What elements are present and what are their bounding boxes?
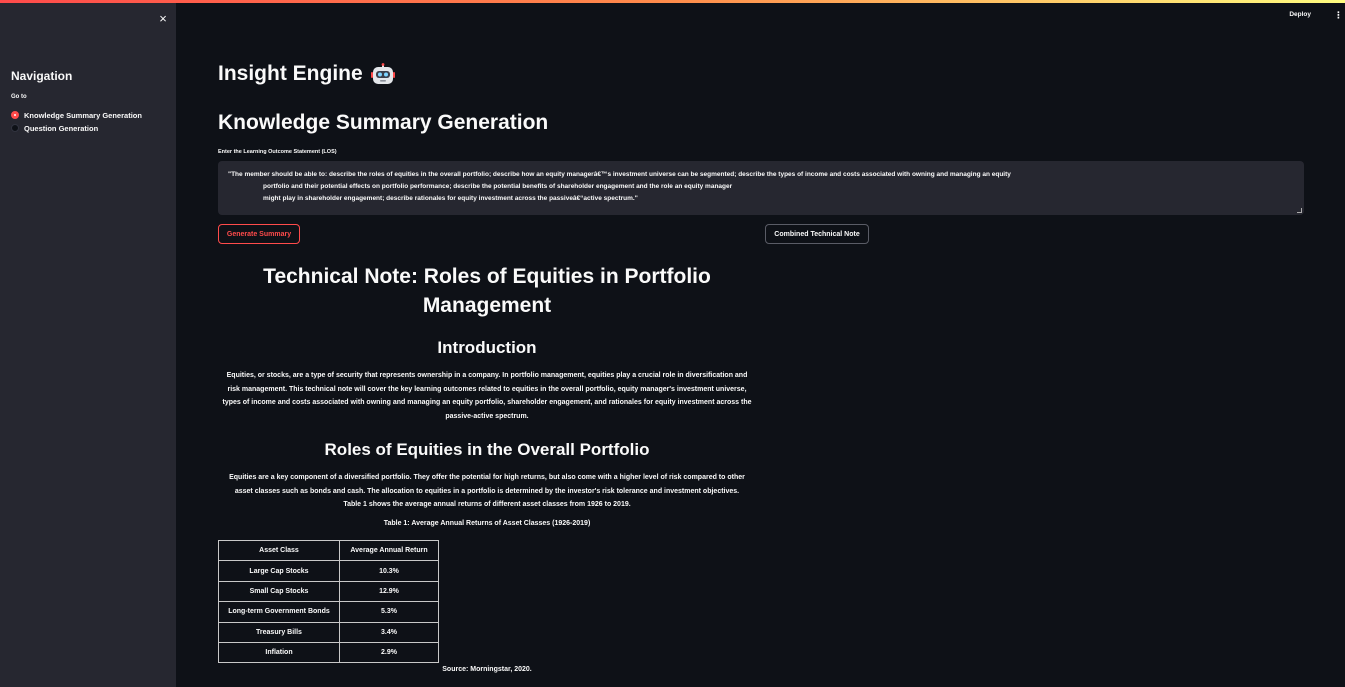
note-title: Technical Note: Roles of Equities in Por… bbox=[263, 265, 711, 317]
table-cell: Inflation bbox=[218, 641, 340, 664]
resize-handle-icon[interactable] bbox=[1297, 208, 1302, 213]
table-header-cell: Asset Class bbox=[218, 539, 340, 562]
radio-option-knowledge-summary[interactable]: Knowledge Summary Generation bbox=[11, 109, 142, 121]
main-menu-icon[interactable]: ⋮ bbox=[1334, 10, 1343, 20]
table-cell: 10.3% bbox=[339, 560, 439, 582]
table-row: Inflation 2.9% bbox=[218, 641, 439, 664]
robot-face-icon bbox=[370, 63, 395, 85]
deploy-button[interactable]: Deploy bbox=[1289, 11, 1311, 18]
table-cell: 5.3% bbox=[339, 601, 439, 623]
close-sidebar-icon[interactable]: × bbox=[156, 12, 170, 26]
table-caption: Table 1: Average Annual Returns of Asset… bbox=[383, 520, 591, 527]
roles-heading: Roles of Equities in the Overall Portfol… bbox=[324, 440, 650, 459]
intro-heading: Introduction bbox=[437, 338, 537, 357]
radio-selected-icon[interactable] bbox=[11, 111, 19, 119]
combined-technical-note-button[interactable]: Combined Technical Note bbox=[765, 224, 869, 244]
table-cell: Long-term Government Bonds bbox=[218, 601, 340, 623]
table-row: Small Cap Stocks 12.9% bbox=[218, 580, 439, 603]
los-line: might play in shareholder engagement; de… bbox=[263, 194, 638, 202]
radio-unselected-icon[interactable] bbox=[11, 124, 19, 132]
table-cell: 12.9% bbox=[339, 580, 439, 603]
los-textarea[interactable]: "The member should be able to: describe … bbox=[218, 161, 1304, 215]
table-cell: Small Cap Stocks bbox=[218, 580, 340, 603]
generate-summary-button[interactable]: Generate Summary bbox=[218, 224, 300, 244]
table-cell: Treasury Bills bbox=[218, 621, 340, 643]
table-row: Treasury Bills 3.4% bbox=[218, 621, 439, 643]
table-row: Long-term Government Bonds 5.3% bbox=[218, 601, 439, 623]
los-line: "The member should be able to: describe … bbox=[228, 171, 1011, 178]
sidebar: × Navigation Go to Knowledge Summary Gen… bbox=[0, 3, 176, 687]
top-decoration-bar bbox=[0, 0, 1345, 3]
radio-label: Question Generation bbox=[24, 123, 99, 133]
roles-paragraph: Equities are a key component of a divers… bbox=[229, 474, 745, 508]
goto-label: Go to bbox=[11, 94, 27, 100]
intro-paragraph: Equities, or stocks, are a type of secur… bbox=[222, 372, 752, 420]
table-cell: Large Cap Stocks bbox=[218, 560, 340, 582]
table-cell: 2.9% bbox=[339, 641, 439, 664]
radio-label: Knowledge Summary Generation bbox=[24, 110, 142, 120]
radio-option-question-generation[interactable]: Question Generation bbox=[11, 122, 98, 134]
app-title-text: Insight Engine bbox=[218, 62, 363, 85]
table-cell: 3.4% bbox=[339, 621, 439, 643]
los-label: Enter the Learning Outcome Statement (LO… bbox=[218, 149, 337, 155]
table-row: Large Cap Stocks 10.3% bbox=[218, 560, 439, 582]
page-title: Knowledge Summary Generation bbox=[218, 111, 549, 134]
sidebar-title: Navigation bbox=[11, 69, 73, 83]
returns-table: Asset Class Average Annual Return Large … bbox=[218, 539, 439, 664]
app-title: Insight Engine bbox=[218, 62, 395, 86]
table-header-row: Asset Class Average Annual Return bbox=[218, 539, 439, 562]
table-header-cell: Average Annual Return bbox=[339, 539, 439, 562]
table-source: Source: Morningstar, 2020. bbox=[442, 666, 532, 673]
los-line: portfolio and their potential effects on… bbox=[263, 182, 733, 190]
